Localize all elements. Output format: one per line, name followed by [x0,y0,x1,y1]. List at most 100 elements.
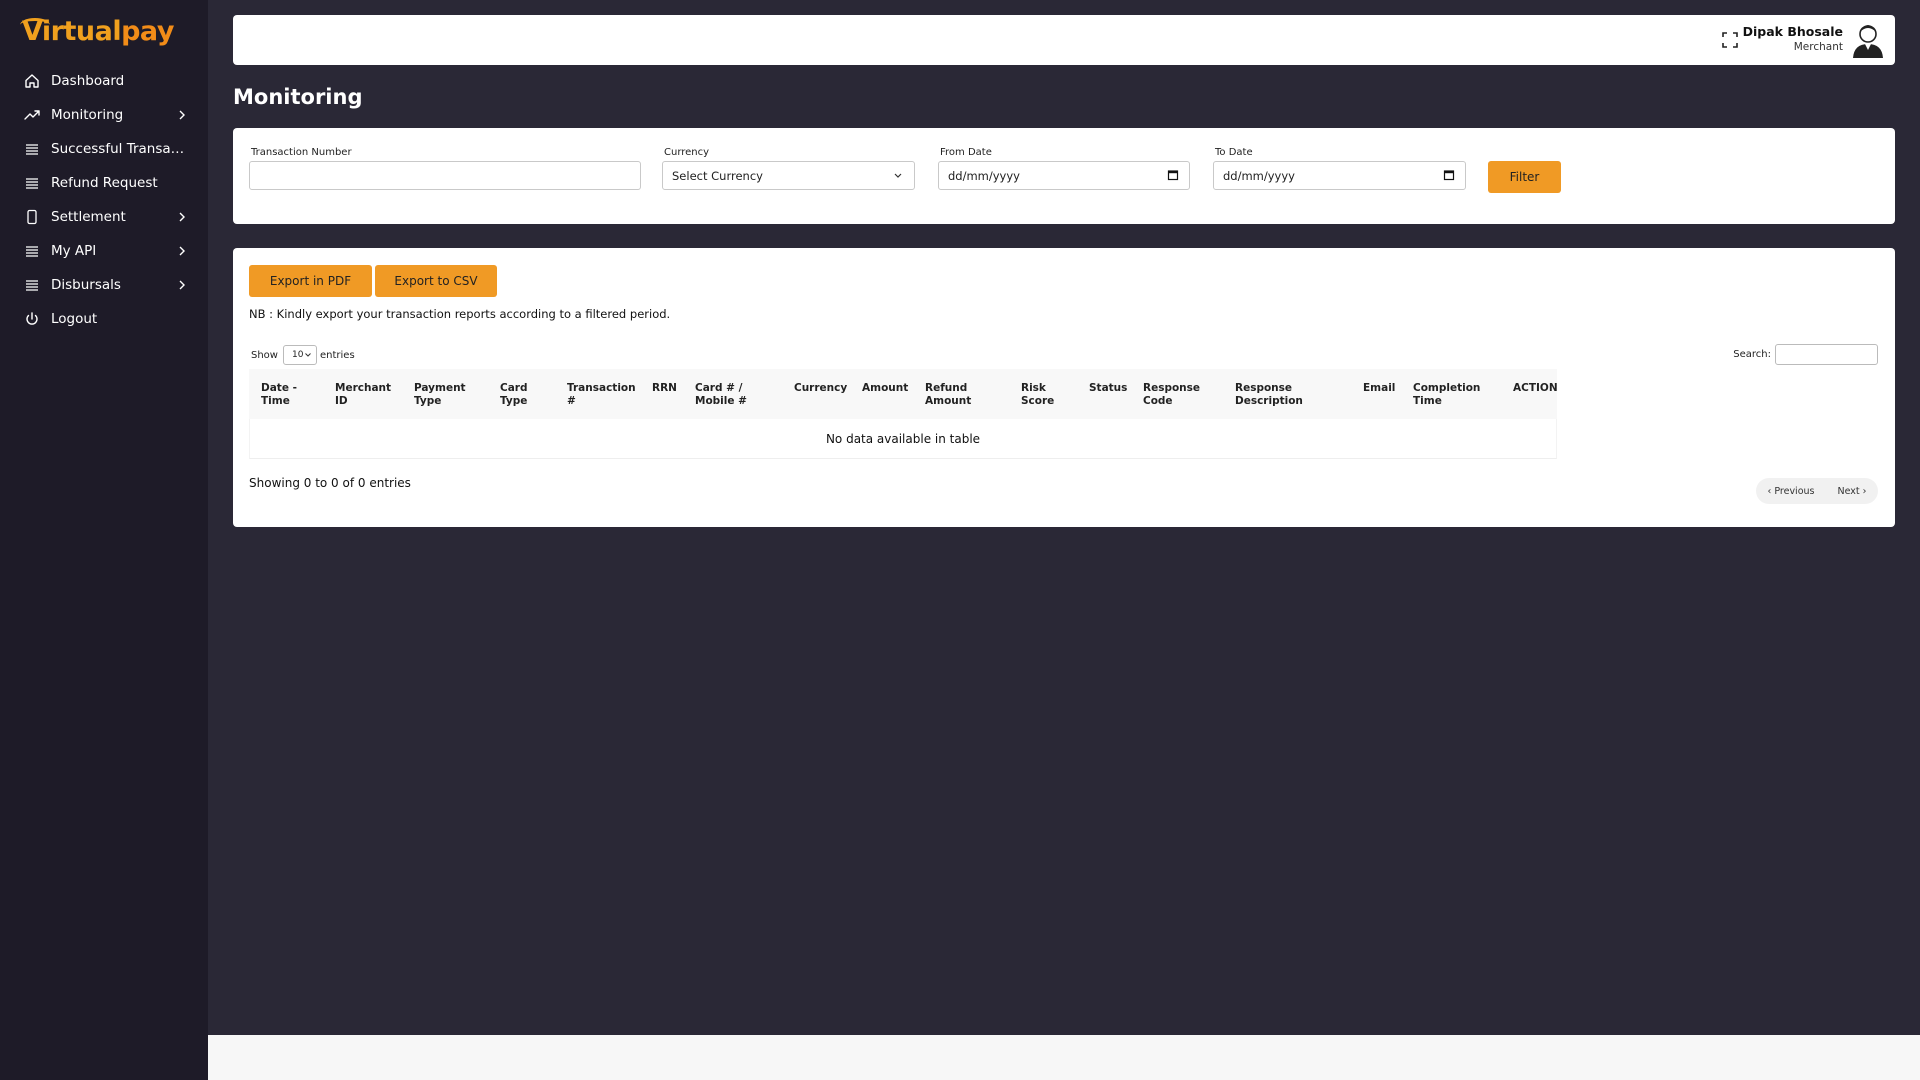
sidebar-item-successful-transactions[interactable]: Successful Transactions [0,132,208,166]
column-header[interactable]: RRN [652,382,677,395]
table-header-row: Date - Time Merchant ID Payment Type Card Type T… [249,369,1558,419]
column-header[interactable]: Response Description [1235,382,1303,408]
search-input[interactable] [1775,344,1878,365]
next-page-button[interactable]: Next › [1838,486,1867,497]
list-icon [24,243,40,259]
column-header-line-1: Amount [862,382,909,394]
entries-select[interactable]: 10 [282,345,317,365]
from-date-input[interactable]: dd/mm/yyyy [938,161,1190,190]
column-header-line-1: Transaction [567,382,636,394]
transactions-table: Date - Time Merchant ID Payment Type Card Type T… [249,369,1558,459]
column-header[interactable]: Card # / Mobile # [695,382,747,408]
column-header[interactable]: ACTION [1513,382,1558,395]
table-search: Search: [1733,344,1878,365]
column-header-line-1: Date - [261,382,297,394]
column-header-line-1: RRN [652,382,677,394]
column-header-line-2: Type [500,395,528,407]
column-header[interactable]: Status [1089,382,1127,395]
from-date-label: From Date [940,147,992,158]
search-label: Search: [1733,349,1771,360]
column-header-line-2: Score [1021,395,1055,407]
currency-select[interactable]: Select Currency [662,161,915,190]
column-header[interactable]: Response Code [1143,382,1200,408]
chevron-right-icon [174,107,190,123]
chevron-right-icon [174,209,190,225]
entries-label: entries [319,349,355,361]
sidebar-item-dashboard[interactable]: Dashboard [0,64,208,98]
export-note: NB : Kindly export your transaction repo… [249,307,671,321]
column-header-line-1: Refund [925,382,968,394]
column-header-line-2: ID [335,395,348,407]
sidebar-item-label: Settlement [51,209,126,225]
column-header-line-1: Response [1143,382,1201,394]
column-header-line-1: Risk [1021,382,1046,394]
sidebar-item-label: Dashboard [51,73,125,89]
filter-panel: Transaction Number Currency Select Curre… [233,128,1895,224]
home-icon [24,73,40,89]
column-header-line-1: Card # / [695,382,743,394]
currency-label: Currency [664,147,710,158]
column-header[interactable]: Currency [794,382,847,395]
list-icon [24,175,40,191]
tablet-icon [24,209,40,225]
trend-icon [24,107,40,123]
sidebar-item-settlement[interactable]: Settlement [0,200,208,234]
to-date-value: dd/mm/yyyy [1223,168,1295,183]
from-date-value: dd/mm/yyyy [948,168,1020,183]
user-name: Dipak Bhosale [1742,24,1843,39]
pagination: ‹ Previous Next › [1756,478,1878,504]
column-header[interactable]: Refund Amount [925,382,971,408]
column-header[interactable]: Transaction # [567,382,636,408]
column-header[interactable]: Risk Score [1021,382,1054,408]
column-header-line-1: Email [1363,382,1396,394]
filter-button[interactable]: Filter [1488,161,1561,193]
virtualpay-logo[interactable]: Virtualpay [20,16,174,52]
logo-word-irtual: irtual [41,16,122,47]
sidebar-item-my-api[interactable]: My API [0,234,208,268]
sidebar-item-disbursals[interactable]: Disbursals [0,268,208,302]
column-header-line-2: Time [1413,395,1442,407]
sidebar: Virtualpay Dashboard Monitoring Successf… [0,0,208,1080]
sidebar-nav: Dashboard Monitoring Successful Transact… [0,64,208,336]
avatar[interactable] [1851,22,1885,58]
column-header-line-1: Currency [794,382,848,394]
currency-selected-value: Select Currency [672,168,763,183]
column-header[interactable]: Completion Time [1413,382,1480,408]
chevron-down-icon [304,351,312,359]
column-header-line-1: Card [500,382,528,394]
list-icon [24,141,40,157]
column-header-line-2: Type [414,395,442,407]
footer [208,1035,1920,1080]
column-header[interactable]: Email [1363,382,1395,395]
column-header-line-1: Completion [1413,382,1481,394]
export-pdf-button[interactable]: Export in PDF [249,265,372,297]
fullscreen-icon[interactable] [1721,31,1739,49]
column-header-line-1: ACTION [1513,382,1558,394]
logo-arc [20,18,50,32]
sidebar-item-monitoring[interactable]: Monitoring [0,98,208,132]
to-date-input[interactable]: dd/mm/yyyy [1213,161,1466,190]
sidebar-item-label: Monitoring [51,107,124,123]
column-header-line-2: # [567,395,576,407]
export-csv-button[interactable]: Export to CSV [375,265,497,297]
calendar-icon[interactable] [1443,169,1455,181]
column-header[interactable]: Payment Type [414,382,466,408]
column-header[interactable]: Amount [862,382,908,395]
user-role: Merchant [1793,41,1843,53]
sidebar-item-logout[interactable]: Logout [0,302,208,336]
column-header-line-2: Amount [925,395,972,407]
sidebar-item-label: My API [51,243,97,259]
sidebar-item-label: Disbursals [51,277,121,293]
column-header-line-2: Description [1235,395,1303,407]
transactions-panel: Export in PDF Export to CSV NB : Kindly … [233,248,1895,527]
logo-word-pay: pay [121,16,174,47]
column-header[interactable]: Merchant ID [335,382,391,408]
calendar-icon[interactable] [1167,169,1179,181]
empty-table-message: No data available in table [249,419,1557,459]
sidebar-item-refund-request[interactable]: Refund Request [0,166,208,200]
column-header[interactable]: Card Type [500,382,528,408]
column-header[interactable]: Date - Time [261,382,297,408]
column-header-line-1: Response [1235,382,1293,394]
previous-page-button[interactable]: ‹ Previous [1768,486,1815,497]
transaction-number-input[interactable] [249,161,641,190]
